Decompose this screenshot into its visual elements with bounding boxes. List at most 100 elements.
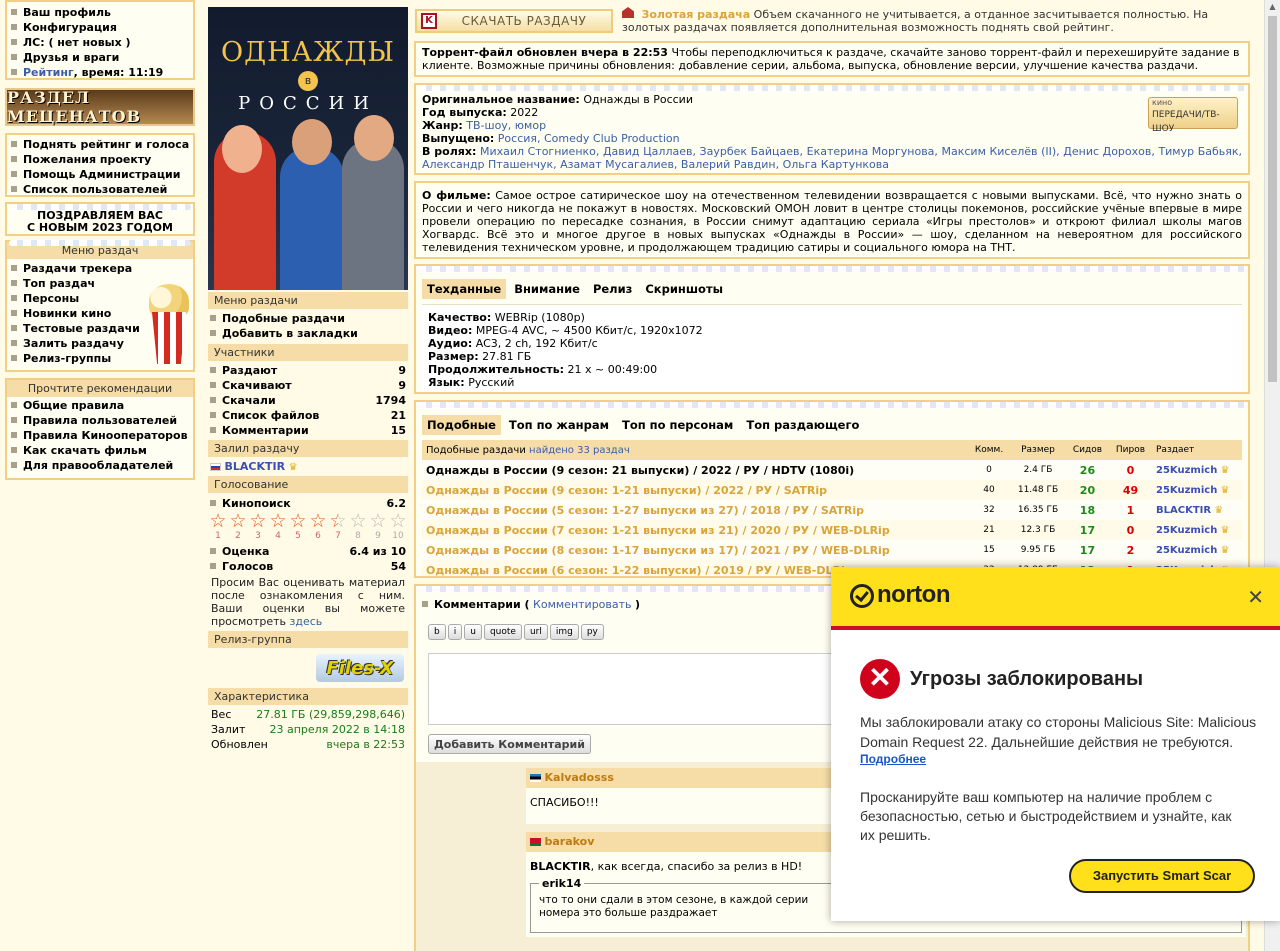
editor-button[interactable]: ру [580, 624, 604, 640]
profile-link[interactable]: ЛС: ( нет новых ) [11, 35, 189, 50]
participant-row[interactable]: Скачали 1794 [210, 393, 406, 408]
scrollbar-up-arrow[interactable]: ▲ [1265, 0, 1280, 14]
rules-link[interactable]: Как скачать фильм [11, 443, 189, 458]
profile-link[interactable]: Друзья и враги [11, 50, 189, 65]
comment-user[interactable]: barakov [545, 835, 595, 848]
star-icon[interactable]: ☆ [328, 512, 348, 531]
tech-row: Видео: MPEG-4 AVC, ~ 4500 Кбит/с, 1920x1… [428, 324, 703, 337]
genre-link[interactable]: ТВ-шоу, юмор [466, 119, 546, 132]
table-row[interactable]: Однажды в России (5 сезон: 1-27 выпуски … [422, 500, 1242, 520]
release-menu-link[interactable]: Добавить в закладки [210, 326, 406, 341]
download-button[interactable]: K СКАЧАТЬ РАЗДАЧУ [415, 9, 613, 33]
bullet-icon [210, 330, 216, 336]
norton-scan-button[interactable]: Запустить Smart Scar [1069, 859, 1255, 893]
category-badge[interactable]: кино ПЕРЕДАЧИ/ТВ-ШОУ [1148, 97, 1238, 134]
rules-link[interactable]: Общие правила [11, 398, 189, 413]
patrons-banner[interactable]: РАЗДЕЛ МЕЦЕНАТОВ [5, 88, 195, 126]
release-title-link[interactable]: Однажды в России (7 сезон: 1-21 выпуски … [422, 520, 968, 540]
rules-link[interactable]: Правила пользователей [11, 413, 189, 428]
uploader-link[interactable]: BLACKTIR [1156, 505, 1211, 516]
participant-row[interactable]: Раздают 9 [210, 363, 406, 378]
bullet-icon [11, 39, 17, 45]
participant-row[interactable]: Комментарии 15 [210, 423, 406, 438]
release-title-link[interactable]: Однажды в России (9 сезон: 1-21 выпуски)… [422, 480, 968, 500]
table-row[interactable]: Однажды в России (9 сезон: 1-21 выпуски)… [422, 480, 1242, 500]
similar-tab[interactable]: Топ по жанрам [504, 415, 614, 435]
add-comment-button[interactable]: Добавить Комментарий [428, 734, 591, 754]
tools-link[interactable]: Помощь Администрации [11, 167, 189, 182]
bullet-icon [210, 315, 216, 321]
table-row[interactable]: Однажды в России (8 сезон: 1-17 выпуски … [422, 540, 1242, 560]
editor-button[interactable]: quote [483, 624, 522, 640]
editor-button[interactable]: u [464, 624, 482, 640]
norton-more-link[interactable]: Подробнее [860, 752, 926, 766]
tech-tab[interactable]: Релиз [588, 279, 637, 299]
tech-tab[interactable]: Техданные [422, 279, 507, 299]
bullet-icon [11, 9, 17, 15]
comment-user[interactable]: Kalvadosss [545, 771, 614, 784]
crown-icon: ♛ [1217, 524, 1230, 536]
info-box: Оригинальное название: Однажды в России … [414, 83, 1250, 175]
similar-tab[interactable]: Топ раздающего [741, 415, 864, 435]
star-icon[interactable]: ☆ [228, 512, 248, 531]
crown-icon: ♛ [1217, 484, 1230, 496]
editor-button[interactable]: url [523, 624, 548, 640]
release-title-link[interactable]: Однажды в России (8 сезон: 1-17 выпуски … [422, 540, 968, 560]
star-icon[interactable]: ☆ [268, 512, 288, 531]
star-number: 10 [392, 531, 404, 541]
bullet-icon [11, 24, 17, 30]
editor-button[interactable]: i [447, 624, 463, 640]
star-icon[interactable]: ☆ [288, 512, 308, 531]
release-menu-link[interactable]: Подобные раздачи [210, 311, 406, 326]
comment-link[interactable]: Комментировать [533, 598, 631, 611]
similar-found-link[interactable]: найдено 33 раздач [529, 445, 630, 456]
tools-link[interactable]: Список пользователей [11, 182, 189, 197]
uploader-link[interactable]: 25Kuzmich [1156, 525, 1217, 536]
norton-close-icon[interactable]: ✕ [1247, 585, 1264, 609]
congrats-line2: С НОВЫМ 2023 ГОДОМ [27, 221, 173, 234]
rules-link[interactable]: Правила Кинооператоров [11, 428, 189, 443]
participant-row[interactable]: Список файлов 21 [210, 408, 406, 423]
tech-tab[interactable]: Скриншоты [640, 279, 728, 299]
star-icon[interactable]: ☆ [348, 512, 368, 531]
table-row[interactable]: Однажды в России (7 сезон: 1-21 выпуски … [422, 520, 1242, 540]
similar-tab[interactable]: Топ по персонам [617, 415, 738, 435]
released-link[interactable]: Россия, Comedy Club Production [498, 132, 680, 145]
participant-row[interactable]: Скачивают 9 [210, 378, 406, 393]
similar-tab[interactable]: Подобные [422, 415, 501, 435]
norton-header: norton ✕ [831, 567, 1280, 630]
star-icon[interactable]: ☆ [308, 512, 328, 531]
rating-link[interactable]: Рейтинг [23, 66, 74, 79]
release-title-link[interactable]: Однажды в России (5 сезон: 1-27 выпуски … [422, 500, 968, 520]
tools-link[interactable]: Поднять рейтинг и голоса [11, 137, 189, 152]
comment-textarea[interactable] [428, 653, 848, 725]
menu-link[interactable]: Раздачи трекера [11, 261, 189, 276]
uploader-link[interactable]: 25Kuzmich [1156, 465, 1217, 476]
roles-links[interactable]: Михаил Стогниенко, Давид Цаллаев, Заурбе… [422, 145, 1242, 171]
uploader-link[interactable]: BLACKTIR [225, 460, 286, 473]
rating-label: Оценка [222, 545, 270, 558]
tech-tab[interactable]: Внимание [509, 279, 585, 299]
files-x-logo[interactable]: Files-X [316, 654, 404, 682]
tools-link[interactable]: Пожелания проекту [11, 152, 189, 167]
release-title-link[interactable]: Однажды в России (9 сезон: 21 выпуски) /… [422, 460, 968, 480]
profile-link[interactable]: Ваш профиль [11, 5, 189, 20]
rating-stars[interactable]: ☆ ☆ ☆ ☆ ☆ ☆ ☆ ☆ ☆ ☆ [208, 512, 408, 531]
star-icon[interactable]: ☆ [248, 512, 268, 531]
star-icon[interactable]: ☆ [208, 512, 228, 531]
editor-button[interactable]: img [549, 624, 579, 640]
bullet-icon [11, 402, 17, 408]
star-icon[interactable]: ☆ [368, 512, 388, 531]
uploader-link[interactable]: 25Kuzmich [1156, 485, 1217, 496]
profile-link[interactable]: Конфигурация [11, 20, 189, 35]
bullet-icon [210, 367, 216, 373]
vote-note-link[interactable]: здесь [290, 615, 323, 628]
editor-button[interactable]: b [428, 624, 446, 640]
tech-panel: Качество: WEBRip (1080p) Видео: MPEG-4 AV… [422, 304, 1242, 392]
star-number: 2 [235, 531, 241, 541]
star-icon[interactable]: ☆ [388, 512, 408, 531]
table-row[interactable]: Однажды в России (9 сезон: 21 выпуски) /… [422, 460, 1242, 480]
uploader-link[interactable]: 25Kuzmich [1156, 545, 1217, 556]
scrollbar-thumb[interactable] [1268, 16, 1277, 382]
rules-link[interactable]: Для правообладателей [11, 458, 189, 473]
